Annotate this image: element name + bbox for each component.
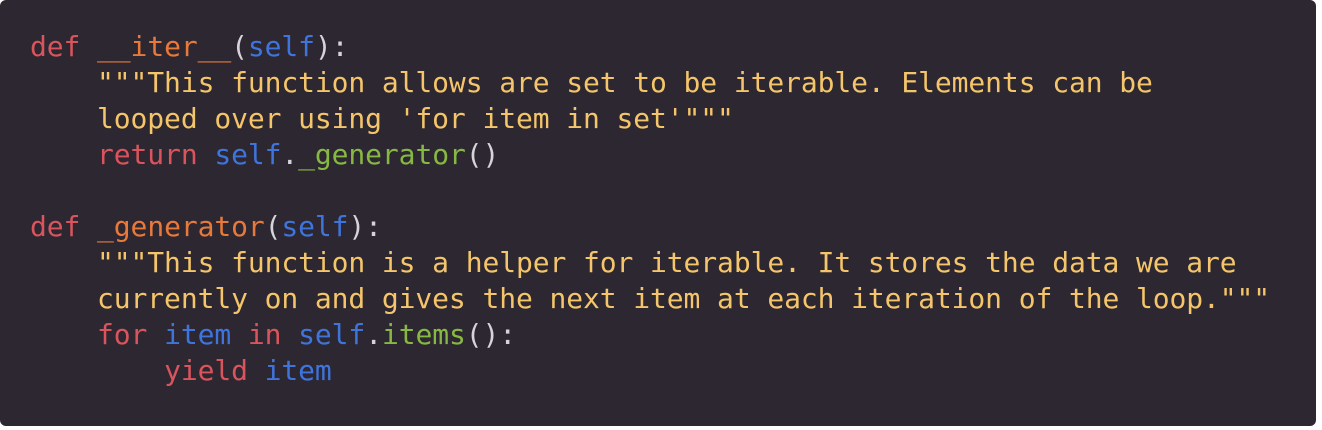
code-line: def __iter__(self): xyxy=(30,29,1316,65)
code-editor-panel[interactable]: def __iter__(self): """This function all… xyxy=(0,0,1316,426)
code-block[interactable]: def __iter__(self): """This function all… xyxy=(30,29,1316,389)
self-token: self xyxy=(247,30,315,63)
punctuation-token xyxy=(30,138,97,171)
function-name-token: __iter__ xyxy=(97,30,232,63)
code-line: yield item xyxy=(30,353,1316,389)
variable-token: item xyxy=(264,354,332,387)
self-token: self xyxy=(298,318,366,351)
keyword-token: return xyxy=(97,138,198,171)
code-line: for item in self.items(): xyxy=(30,317,1316,353)
docstring-token: """This function is a helper for iterabl… xyxy=(97,246,1237,279)
docstring-token: looped over using 'for item in set'""" xyxy=(97,102,734,135)
punctuation-token: ( xyxy=(264,210,282,243)
keyword-token: def xyxy=(30,30,81,63)
punctuation-token: ): xyxy=(348,210,382,243)
punctuation-token xyxy=(147,318,164,351)
code-line: return self._generator() xyxy=(30,137,1316,173)
punctuation-token xyxy=(30,66,97,99)
punctuation-token: (): xyxy=(465,318,517,351)
keyword-token: yield xyxy=(164,354,248,387)
docstring-token: currently on and gives the next item at … xyxy=(97,282,1271,315)
punctuation-token: . xyxy=(281,138,299,171)
punctuation-token xyxy=(231,318,248,351)
code-line: """This function is a helper for iterabl… xyxy=(30,245,1316,281)
keyword-token: def xyxy=(30,210,81,243)
keyword-token: for xyxy=(97,318,148,351)
code-line: looped over using 'for item in set'""" xyxy=(30,101,1316,137)
variable-token: item xyxy=(164,318,232,351)
punctuation-token xyxy=(30,354,164,387)
punctuation-token xyxy=(198,138,215,171)
keyword-token: in xyxy=(247,318,282,351)
punctuation-token: ( xyxy=(231,30,248,63)
punctuation-token xyxy=(30,102,97,135)
self-token: self xyxy=(214,138,282,171)
self-token: self xyxy=(281,210,349,243)
code-line: """This function allows are set to be it… xyxy=(30,65,1316,101)
function-name-token: _generator xyxy=(97,210,265,243)
punctuation-token: () xyxy=(465,138,500,171)
punctuation-token: . xyxy=(365,318,382,351)
code-line: currently on and gives the next item at … xyxy=(30,281,1316,317)
code-line: def _generator(self): xyxy=(30,209,1316,245)
punctuation-token xyxy=(30,282,97,315)
punctuation-token: ): xyxy=(314,30,349,63)
docstring-token: """This function allows are set to be it… xyxy=(97,66,1153,99)
punctuation-token xyxy=(30,246,97,279)
method-call-token: _generator xyxy=(298,138,466,171)
punctuation-token xyxy=(80,210,97,243)
punctuation-token xyxy=(248,354,265,387)
punctuation-token xyxy=(30,318,97,351)
method-call-token: items xyxy=(381,318,466,351)
punctuation-token xyxy=(80,30,97,63)
punctuation-token xyxy=(281,318,298,351)
